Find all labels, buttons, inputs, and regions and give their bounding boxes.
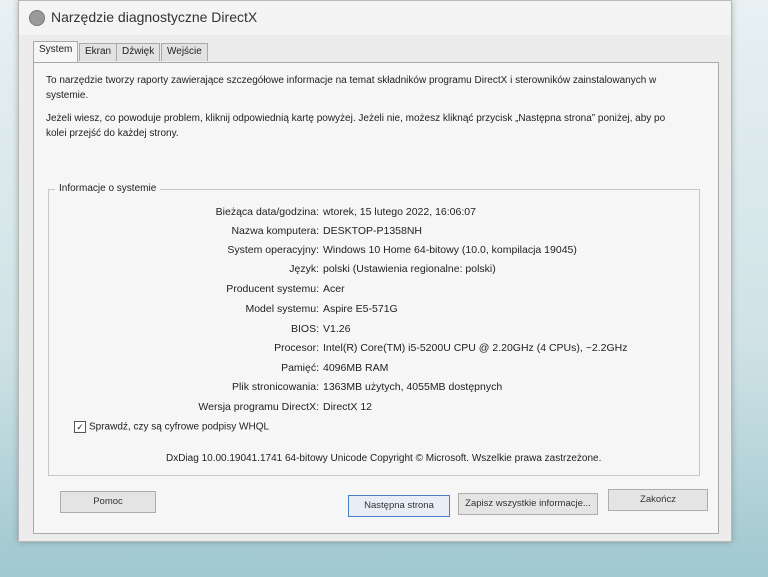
row-value: Windows 10 Home 64-bitowy (10.0, kompila… bbox=[323, 244, 577, 256]
row-label: Język: bbox=[289, 263, 319, 275]
whql-label: Sprawdź, czy są cyfrowe podpisy WHQL bbox=[89, 421, 270, 433]
next-page-button[interactable]: Następna strona bbox=[348, 495, 450, 517]
title-bar: Narzędzie diagnostyczne DirectX bbox=[19, 1, 731, 35]
group-title: Informacje o systemie bbox=[55, 183, 161, 194]
row-value: 4096MB RAM bbox=[323, 362, 389, 374]
info-row-model: Model systemu: Aspire E5-571G bbox=[49, 303, 699, 319]
row-value: Intel(R) Core(TM) i5-5200U CPU @ 2.20GHz… bbox=[323, 342, 628, 354]
copyright-text: DxDiag 10.00.19041.1741 64-bitowy Unicod… bbox=[166, 453, 602, 464]
info-row-datetime: Bieżąca data/godzina: wtorek, 15 lutego … bbox=[49, 206, 699, 222]
info-row-directx-version: Wersja programu DirectX: DirectX 12 bbox=[49, 401, 699, 417]
row-value: Aspire E5-571G bbox=[323, 303, 398, 315]
tab-display[interactable]: Ekran bbox=[79, 43, 118, 61]
intro-text-line-3: Jeżeli wiesz, co powoduje problem, klikn… bbox=[46, 113, 666, 124]
row-label: System operacyjny: bbox=[227, 244, 319, 256]
info-row-memory: Pamięć: 4096MB RAM bbox=[49, 362, 699, 378]
save-all-info-button[interactable]: Zapisz wszystkie informacje... bbox=[458, 493, 598, 515]
row-label: Producent systemu: bbox=[226, 283, 319, 295]
intro-text-line-4: kolei przejść do każdej strony. bbox=[46, 128, 179, 139]
whql-check-option[interactable]: ✓ Sprawdź, czy są cyfrowe podpisy WHQL bbox=[74, 421, 269, 433]
intro-text-line-2: systemie. bbox=[46, 90, 89, 101]
row-value: DirectX 12 bbox=[323, 401, 373, 413]
tab-input[interactable]: Wejście bbox=[161, 43, 208, 61]
dxdiag-app-icon bbox=[29, 10, 45, 26]
info-row-language: Język: polski (Ustawienia regionalne: po… bbox=[49, 263, 699, 279]
row-label: Pamięć: bbox=[281, 362, 319, 374]
dxdiag-window: Narzędzie diagnostyczne DirectX System E… bbox=[18, 0, 732, 542]
help-button[interactable]: Pomoc bbox=[60, 491, 156, 513]
info-row-os: System operacyjny: Windows 10 Home 64-bi… bbox=[49, 244, 699, 260]
row-value: V1.26 bbox=[323, 323, 351, 335]
row-label: Plik stronicowania: bbox=[232, 381, 319, 393]
info-row-manufacturer: Producent systemu: Acer bbox=[49, 283, 699, 299]
window-title: Narzędzie diagnostyczne DirectX bbox=[51, 9, 258, 25]
row-value: 1363MB użytych, 4055MB dostępnych bbox=[323, 381, 503, 393]
row-value: Acer bbox=[323, 283, 345, 295]
row-label: Nazwa komputera: bbox=[231, 225, 319, 237]
whql-checkbox[interactable]: ✓ bbox=[74, 421, 86, 433]
info-row-bios: BIOS: V1.26 bbox=[49, 323, 699, 339]
row-label: Bieżąca data/godzina: bbox=[215, 206, 319, 218]
row-label: BIOS: bbox=[290, 323, 319, 335]
info-row-computer-name: Nazwa komputera: DESKTOP-P1358NH bbox=[49, 225, 699, 241]
row-value: wtorek, 15 lutego 2022, 16:06:07 bbox=[323, 206, 476, 218]
row-label: Model systemu: bbox=[245, 303, 319, 315]
row-value: polski (Ustawienia regionalne: polski) bbox=[323, 263, 496, 275]
exit-button[interactable]: Zakończ bbox=[608, 489, 708, 511]
intro-text-line-1: To narzędzie tworzy raporty zawierające … bbox=[46, 75, 657, 86]
row-label: Procesor: bbox=[274, 342, 319, 354]
system-tab-panel: To narzędzie tworzy raporty zawierające … bbox=[33, 62, 719, 534]
row-label: Wersja programu DirectX: bbox=[198, 401, 319, 413]
row-value: DESKTOP-P1358NH bbox=[323, 225, 423, 237]
tab-sound[interactable]: Dźwięk bbox=[116, 43, 161, 61]
info-row-processor: Procesor: Intel(R) Core(TM) i5-5200U CPU… bbox=[49, 342, 699, 358]
info-row-page-file: Plik stronicowania: 1363MB użytych, 4055… bbox=[49, 381, 699, 397]
tab-system[interactable]: System bbox=[33, 41, 79, 62]
